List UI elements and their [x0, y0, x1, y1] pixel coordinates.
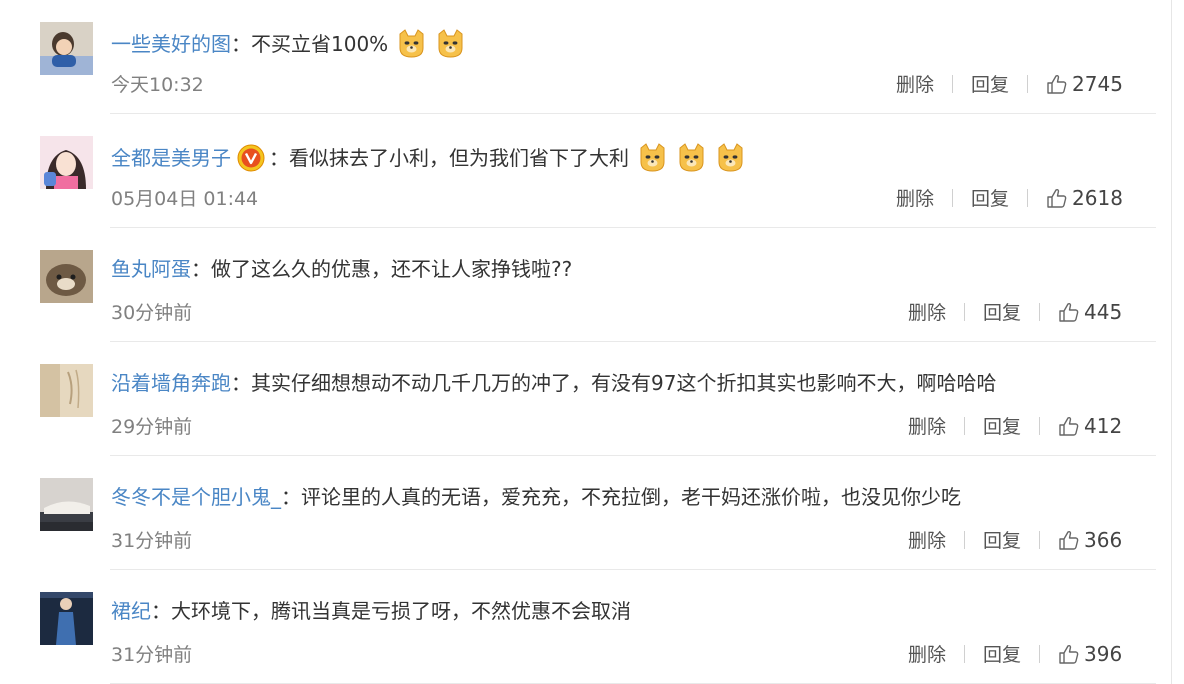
- username-link[interactable]: 鱼丸阿蛋: [111, 256, 191, 282]
- like-button[interactable]: 366: [1058, 528, 1122, 552]
- comment-actions: 删除 回复 412: [908, 412, 1122, 439]
- comment-text: ：做了这么久的优惠，还不让人家挣钱啦??: [191, 257, 573, 281]
- doge-icon: [715, 142, 746, 173]
- divider: [1039, 530, 1041, 549]
- like-button[interactable]: 412: [1058, 414, 1122, 438]
- comment-actions: 删除 回复 366: [908, 526, 1122, 553]
- divider: [1039, 416, 1041, 435]
- doge-icon: [637, 142, 668, 173]
- like-count: 396: [1084, 641, 1123, 666]
- divider: [952, 74, 954, 93]
- reply-button[interactable]: 回复: [983, 526, 1021, 553]
- username-link[interactable]: 沿着墙角奔跑: [111, 370, 231, 396]
- like-button[interactable]: 396: [1058, 642, 1122, 666]
- delete-button[interactable]: 删除: [896, 70, 934, 97]
- avatar[interactable]: [40, 592, 93, 645]
- comment-item: 裙纪 ：大环境下，腾讯当真是亏损了呀，不然优惠不会取消 31分钟前 删除 回复 …: [0, 570, 1156, 684]
- comment-time: 05月04日 01:44: [111, 188, 259, 210]
- username-link[interactable]: 一些美好的图: [111, 31, 231, 57]
- reply-button[interactable]: 回复: [971, 70, 1009, 97]
- reply-button[interactable]: 回复: [971, 184, 1009, 211]
- like-count: 412: [1084, 413, 1123, 438]
- comment-list: 一些美好的图 ：不买立省100% 今天10:32 删除 回复 2745 全都是美…: [0, 0, 1172, 684]
- comment-item: 一些美好的图 ：不买立省100% 今天10:32 删除 回复 2745: [0, 0, 1156, 114]
- reply-button[interactable]: 回复: [983, 412, 1021, 439]
- thumbs-up-icon: [1059, 644, 1079, 664]
- like-button[interactable]: 445: [1058, 300, 1122, 324]
- thumbs-up-icon: [1047, 74, 1067, 94]
- comment-actions: 删除 回复 2618: [896, 184, 1123, 211]
- comment-time: 今天10:32: [111, 74, 204, 96]
- avatar[interactable]: [40, 364, 93, 417]
- comment-actions: 删除 回复 396: [908, 640, 1122, 667]
- divider: [1039, 302, 1041, 321]
- comment-item: 鱼丸阿蛋 ：做了这么久的优惠，还不让人家挣钱啦?? 30分钟前 删除 回复 44…: [0, 228, 1156, 342]
- delete-button[interactable]: 删除: [896, 184, 934, 211]
- comment-time: 29分钟前: [111, 416, 193, 438]
- delete-button[interactable]: 删除: [908, 640, 946, 667]
- comment-time: 31分钟前: [111, 530, 193, 552]
- delete-button[interactable]: 删除: [908, 412, 946, 439]
- comment-item: 沿着墙角奔跑 ：其实仔细想想动不动几千几万的冲了，有没有97这个折扣其实也影响不…: [0, 342, 1156, 456]
- avatar[interactable]: [40, 136, 93, 189]
- comment-actions: 删除 回复 2745: [896, 70, 1123, 97]
- comment-item: 全都是美男子 ：看似抹去了小利，但为我们省下了大利 05月04日 01:44 删…: [0, 114, 1156, 228]
- comment-text: ：评论里的人真的无语，爱充充，不充拉倒，老干妈还涨价啦，也没见你少吃: [281, 485, 961, 509]
- like-count: 366: [1084, 527, 1123, 552]
- divider: [964, 530, 966, 549]
- doge-icon: [396, 28, 427, 59]
- username-link[interactable]: 全都是美男子: [111, 145, 231, 171]
- comment-time: 31分钟前: [111, 644, 193, 666]
- avatar[interactable]: [40, 250, 93, 303]
- comment-text: ：不买立省100%: [231, 31, 389, 56]
- divider: [1027, 188, 1029, 207]
- doge-icon: [676, 142, 707, 173]
- avatar[interactable]: [40, 478, 93, 531]
- verified-badge-icon: [237, 144, 265, 172]
- divider: [964, 302, 966, 321]
- delete-button[interactable]: 删除: [908, 298, 946, 325]
- username-link[interactable]: 冬冬不是个胆小鬼_: [111, 484, 281, 510]
- divider: [952, 188, 954, 207]
- like-count: 445: [1084, 299, 1123, 324]
- comment-text: ：看似抹去了小利，但为我们省下了大利: [269, 145, 629, 170]
- doge-icon: [435, 28, 466, 59]
- comment-actions: 删除 回复 445: [908, 298, 1122, 325]
- divider: [964, 644, 966, 663]
- thumbs-up-icon: [1047, 188, 1067, 208]
- reply-button[interactable]: 回复: [983, 298, 1021, 325]
- username-link[interactable]: 裙纪: [111, 598, 151, 624]
- like-button[interactable]: 2745: [1046, 72, 1123, 96]
- divider: [964, 416, 966, 435]
- divider: [1027, 74, 1029, 93]
- thumbs-up-icon: [1059, 530, 1079, 550]
- reply-button[interactable]: 回复: [983, 640, 1021, 667]
- comment-text: ：其实仔细想想动不动几千几万的冲了，有没有97这个折扣其实也影响不大，啊哈哈哈: [231, 371, 997, 395]
- avatar[interactable]: [40, 22, 93, 75]
- comment-time: 30分钟前: [111, 302, 193, 324]
- comment-text: ：大环境下，腾讯当真是亏损了呀，不然优惠不会取消: [151, 599, 631, 623]
- delete-button[interactable]: 删除: [908, 526, 946, 553]
- divider: [1039, 644, 1041, 663]
- like-count: 2745: [1072, 71, 1123, 96]
- thumbs-up-icon: [1059, 416, 1079, 436]
- thumbs-up-icon: [1059, 302, 1079, 322]
- comment-item: 冬冬不是个胆小鬼_ ：评论里的人真的无语，爱充充，不充拉倒，老干妈还涨价啦，也没…: [0, 456, 1156, 570]
- like-button[interactable]: 2618: [1046, 186, 1123, 210]
- like-count: 2618: [1072, 185, 1123, 210]
